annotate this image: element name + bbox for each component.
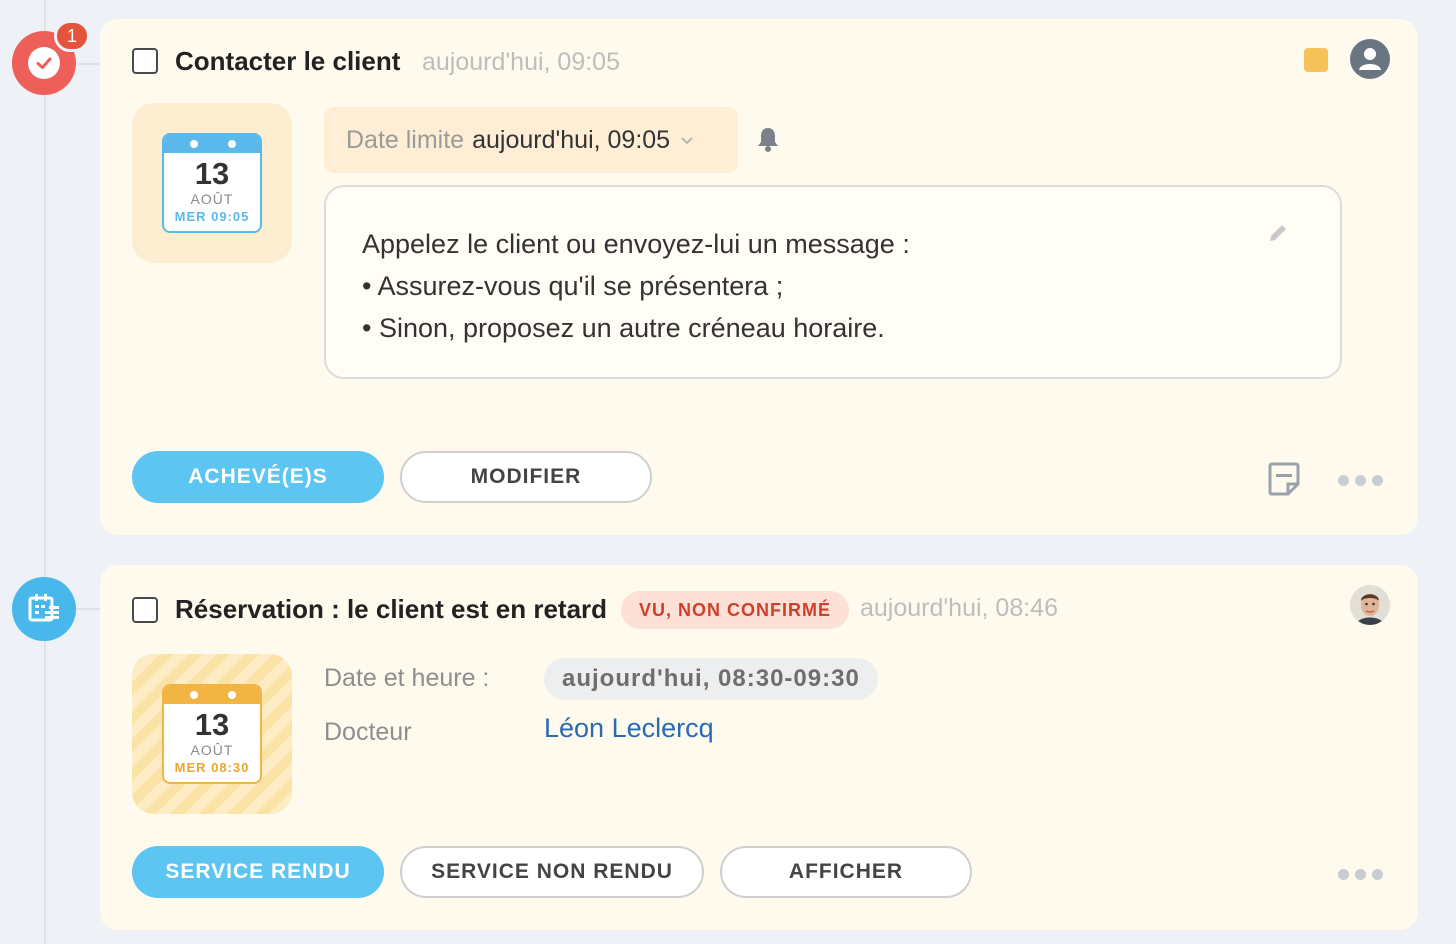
task-calendar-tile: 13 AOÛT MER 09:05 bbox=[132, 103, 292, 263]
note-line: • Sinon, proposez un autre créneau horai… bbox=[362, 313, 885, 343]
booking-checkbox[interactable] bbox=[132, 597, 158, 623]
doctor-avatar[interactable] bbox=[1350, 585, 1390, 625]
pencil-icon[interactable] bbox=[1266, 221, 1290, 245]
booking-title: Réservation : le client est en retard bbox=[175, 594, 608, 624]
status-badge: VU, NON CONFIRMÉ bbox=[621, 591, 850, 629]
calendar-icon: 13 AOÛT MER 08:30 bbox=[162, 684, 262, 784]
datetime-label: Date et heure : bbox=[324, 664, 490, 692]
timeline-connector bbox=[76, 63, 102, 65]
deadline-label: Date limite bbox=[346, 125, 465, 154]
calendar-day: 13 bbox=[194, 156, 230, 191]
more-options-icon[interactable] bbox=[1338, 475, 1383, 486]
deadline-value: aujourd'hui, 09:05 bbox=[472, 125, 671, 154]
datetime-value: aujourd'hui, 08:30-09:30 bbox=[544, 658, 878, 700]
calendar-list-icon bbox=[28, 594, 59, 622]
deadline-dropdown[interactable]: Date limite aujourd'hui, 09:05 bbox=[324, 107, 738, 173]
booking-timeline-icon bbox=[12, 577, 76, 641]
edit-button[interactable]: MODIFIER bbox=[400, 451, 652, 503]
calendar-weekday-time: MER 08:30 bbox=[174, 760, 250, 775]
chevron-down-icon bbox=[681, 137, 693, 145]
task-checkbox[interactable] bbox=[132, 48, 158, 74]
calendar-month: AOÛT bbox=[190, 191, 234, 207]
task-check-icon bbox=[28, 47, 60, 79]
show-button[interactable]: AFFICHER bbox=[720, 846, 972, 898]
note-line: Appelez le client ou envoyez-lui un mess… bbox=[362, 229, 910, 259]
calendar-weekday-time: MER 09:05 bbox=[174, 209, 250, 224]
booking-calendar-tile: 13 AOÛT MER 08:30 bbox=[132, 654, 292, 814]
timeline-connector bbox=[76, 608, 102, 610]
service-not-rendered-button[interactable]: SERVICE NON RENDU bbox=[400, 846, 704, 898]
task-time: aujourd'hui, 09:05 bbox=[422, 48, 620, 76]
note-line: • Assurez-vous qu'il se présentera ; bbox=[362, 271, 784, 301]
task-note[interactable]: Appelez le client ou envoyez-lui un mess… bbox=[324, 185, 1342, 379]
notification-badge: 1 bbox=[54, 20, 90, 52]
doctor-label: Docteur bbox=[324, 718, 412, 746]
done-button[interactable]: ACHEVÉ(E)S bbox=[132, 451, 384, 503]
bell-icon[interactable] bbox=[756, 125, 780, 153]
timeline-line bbox=[44, 0, 46, 944]
flag-icon[interactable] bbox=[1304, 48, 1328, 72]
service-rendered-button[interactable]: SERVICE RENDU bbox=[132, 846, 384, 898]
doctor-link[interactable]: Léon Leclercq bbox=[544, 713, 714, 744]
calendar-icon: 13 AOÛT MER 09:05 bbox=[162, 133, 262, 233]
booking-time: aujourd'hui, 08:46 bbox=[860, 594, 1058, 622]
more-options-icon[interactable] bbox=[1338, 869, 1383, 880]
task-title: Contacter le client bbox=[175, 46, 401, 76]
booking-card: Réservation : le client est en retard VU… bbox=[100, 565, 1418, 930]
task-card: Contacter le client aujourd'hui, 09:05 1… bbox=[100, 19, 1418, 535]
user-avatar-icon[interactable] bbox=[1350, 39, 1390, 79]
calendar-month: AOÛT bbox=[190, 742, 234, 758]
calendar-day: 13 bbox=[194, 707, 230, 742]
note-icon[interactable] bbox=[1266, 461, 1302, 497]
